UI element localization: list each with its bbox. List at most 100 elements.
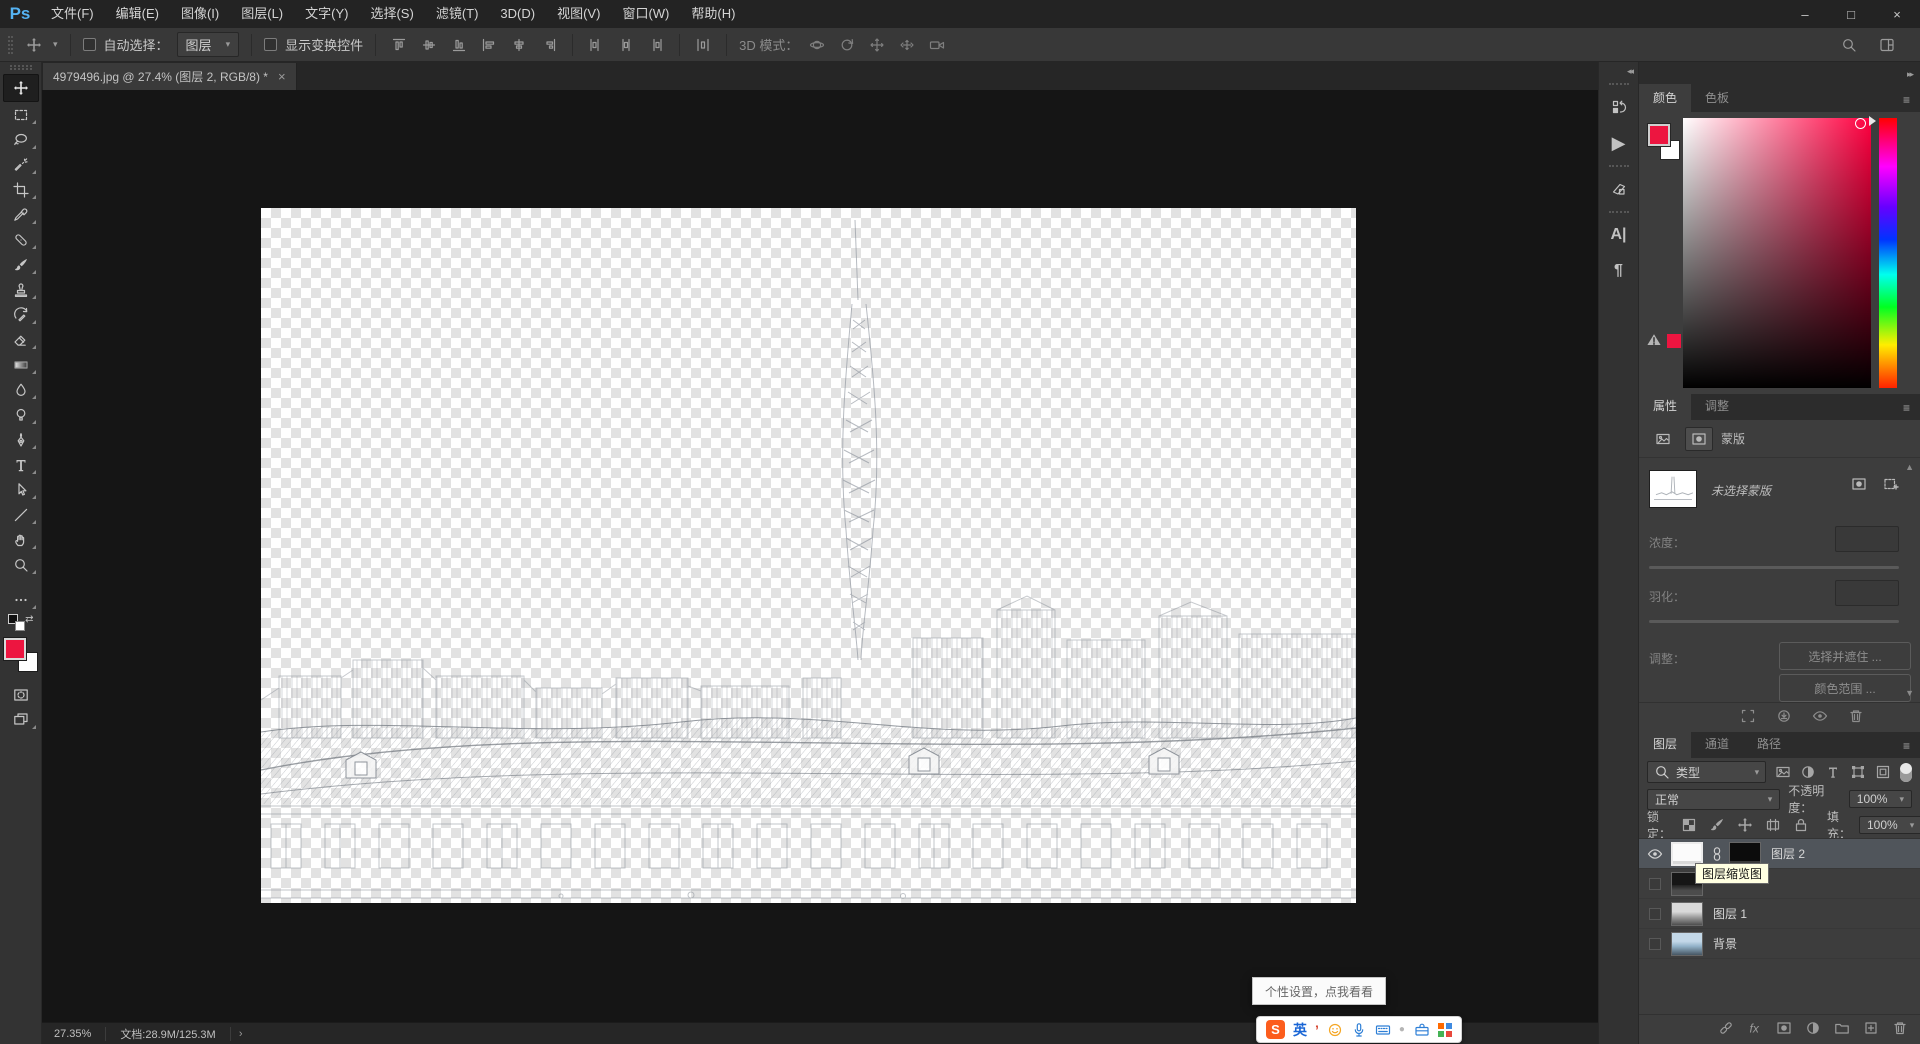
distribute-left-icon[interactable] bbox=[585, 34, 607, 56]
tab-swatches[interactable]: 色板 bbox=[1691, 84, 1743, 112]
foreground-background-swatch[interactable] bbox=[4, 638, 38, 672]
align-vertical-center-icon[interactable] bbox=[418, 34, 440, 56]
link-layers-icon[interactable] bbox=[1718, 1020, 1734, 1039]
blur-tool[interactable] bbox=[3, 377, 39, 402]
panel-menu-icon[interactable]: ≡ bbox=[1893, 401, 1920, 420]
character-panel-icon[interactable]: A| bbox=[1602, 219, 1636, 251]
move-tool[interactable] bbox=[3, 74, 39, 102]
tab-properties[interactable]: 属性 bbox=[1639, 392, 1691, 420]
auto-select-checkbox[interactable] bbox=[83, 38, 96, 51]
menu-help[interactable]: 帮助(H) bbox=[680, 0, 746, 28]
3d-pan-icon[interactable] bbox=[866, 34, 888, 56]
menu-view[interactable]: 视图(V) bbox=[546, 0, 611, 28]
line-shape-tool[interactable] bbox=[3, 502, 39, 527]
blend-mode-dropdown[interactable]: 正常 ▾ bbox=[1647, 789, 1780, 810]
lock-artboard-icon[interactable] bbox=[1765, 817, 1781, 833]
gradient-tool[interactable] bbox=[3, 352, 39, 377]
layer-row-4[interactable]: 背景 bbox=[1639, 929, 1920, 959]
layer-row-1[interactable]: 图层 2 bbox=[1639, 839, 1920, 869]
align-right-icon[interactable] bbox=[538, 34, 560, 56]
notification-toast[interactable]: 个性设置，点我看看 bbox=[1252, 977, 1386, 1005]
layer-name[interactable]: 图层 1 bbox=[1713, 905, 1747, 922]
search-icon[interactable] bbox=[1838, 34, 1860, 56]
collapse-dock-icon[interactable]: ▸▸ bbox=[1639, 62, 1920, 86]
dodge-tool[interactable] bbox=[3, 402, 39, 427]
add-layer-mask-icon[interactable] bbox=[1851, 476, 1867, 495]
density-value-box[interactable] bbox=[1835, 526, 1899, 552]
document-canvas[interactable] bbox=[261, 208, 1356, 903]
tab-close-icon[interactable]: × bbox=[278, 69, 286, 84]
sogou-logo[interactable]: S bbox=[1266, 1020, 1285, 1039]
ime-language-toggle[interactable]: 英 bbox=[1293, 1020, 1307, 1040]
clone-stamp-tool[interactable] bbox=[3, 277, 39, 302]
density-slider[interactable] bbox=[1649, 566, 1899, 569]
maximize-button[interactable]: □ bbox=[1828, 0, 1874, 28]
feather-value-box[interactable] bbox=[1835, 580, 1899, 606]
zoom-tool[interactable] bbox=[3, 552, 39, 577]
swap-colors-icon[interactable]: ⇄ bbox=[25, 614, 33, 625]
history-brush-tool[interactable] bbox=[3, 302, 39, 327]
path-selection-tool[interactable] bbox=[3, 477, 39, 502]
mask-link-icon[interactable] bbox=[1709, 846, 1725, 862]
layer-row-2[interactable] bbox=[1639, 869, 1920, 899]
keyboard-icon[interactable] bbox=[1375, 1022, 1391, 1038]
minimize-button[interactable]: – bbox=[1782, 0, 1828, 28]
layer-thumbnail[interactable] bbox=[1671, 842, 1703, 866]
panel-menu-icon[interactable]: ≡ bbox=[1893, 739, 1920, 758]
select-and-mask-button[interactable]: 选择并遮住 ... bbox=[1779, 642, 1911, 670]
apply-mask-icon[interactable] bbox=[1776, 708, 1792, 727]
gamut-closest-color-swatch[interactable] bbox=[1667, 334, 1681, 348]
tab-color[interactable]: 颜色 bbox=[1639, 84, 1691, 112]
align-bottom-icon[interactable] bbox=[448, 34, 470, 56]
delete-mask-icon[interactable] bbox=[1848, 708, 1864, 727]
menu-layer[interactable]: 图层(L) bbox=[230, 0, 294, 28]
filter-toggle-switch[interactable] bbox=[1900, 763, 1912, 782]
filter-smart-objects-icon[interactable] bbox=[1875, 764, 1891, 780]
distribute-spacing-icon[interactable] bbox=[692, 34, 714, 56]
visibility-eye-icon[interactable] bbox=[1639, 846, 1671, 862]
panel-menu-icon[interactable]: ≡ bbox=[1893, 93, 1920, 112]
3d-roll-icon[interactable] bbox=[836, 34, 858, 56]
microphone-icon[interactable] bbox=[1351, 1022, 1367, 1038]
visibility-checkbox[interactable] bbox=[1649, 938, 1661, 950]
ime-more-icon[interactable]: ● bbox=[1399, 1024, 1406, 1035]
visibility-checkbox[interactable] bbox=[1649, 878, 1661, 890]
filter-shape-layers-icon[interactable] bbox=[1850, 764, 1866, 780]
lock-all-icon[interactable] bbox=[1793, 817, 1809, 833]
menu-image[interactable]: 图像(I) bbox=[170, 0, 230, 28]
default-colors-icon[interactable]: ⇄ bbox=[8, 614, 34, 638]
new-group-icon[interactable] bbox=[1834, 1020, 1850, 1039]
scroll-up-icon[interactable]: ▲ bbox=[1905, 462, 1914, 472]
actions-panel-icon[interactable]: ▶ bbox=[1602, 127, 1636, 159]
delete-layer-icon[interactable] bbox=[1892, 1020, 1908, 1039]
document-tab[interactable]: 4979496.jpg @ 27.4% (图层 2, RGB/8) * × bbox=[43, 63, 297, 90]
eraser-tool[interactable] bbox=[3, 327, 39, 352]
brush-tool[interactable] bbox=[3, 252, 39, 277]
feather-slider[interactable] bbox=[1649, 620, 1899, 623]
color-picker-marker[interactable] bbox=[1855, 118, 1866, 129]
emoji-icon[interactable] bbox=[1327, 1022, 1343, 1038]
3d-slide-icon[interactable] bbox=[896, 34, 918, 56]
close-button[interactable]: × bbox=[1874, 0, 1920, 28]
lasso-tool[interactable] bbox=[3, 127, 39, 152]
menu-window[interactable]: 窗口(W) bbox=[611, 0, 680, 28]
layer-name[interactable]: 背景 bbox=[1713, 935, 1737, 952]
new-layer-icon[interactable] bbox=[1863, 1020, 1879, 1039]
layer-thumbnail[interactable] bbox=[1671, 932, 1703, 956]
hand-tool[interactable] bbox=[3, 527, 39, 552]
filter-adjustment-layers-icon[interactable] bbox=[1800, 764, 1816, 780]
tab-layers[interactable]: 图层 bbox=[1639, 730, 1691, 758]
status-options-chevron[interactable]: › bbox=[231, 1028, 251, 1040]
visibility-checkbox[interactable] bbox=[1649, 908, 1661, 920]
lock-transparency-icon[interactable] bbox=[1681, 817, 1697, 833]
canvas-area[interactable] bbox=[42, 90, 1598, 1022]
3d-orbit-icon[interactable] bbox=[806, 34, 828, 56]
menu-3d[interactable]: 3D(D) bbox=[489, 0, 546, 28]
zoom-level[interactable]: 27.35% bbox=[42, 1028, 105, 1040]
pen-tool[interactable] bbox=[3, 427, 39, 452]
scroll-down-icon[interactable]: ▼ bbox=[1905, 688, 1914, 698]
quick-mask-mode-icon[interactable] bbox=[3, 682, 39, 707]
tab-channels[interactable]: 通道 bbox=[1691, 730, 1743, 758]
layer-mask-thumbnail[interactable] bbox=[1729, 842, 1761, 866]
paragraph-panel-icon[interactable]: ¶ bbox=[1602, 255, 1636, 287]
